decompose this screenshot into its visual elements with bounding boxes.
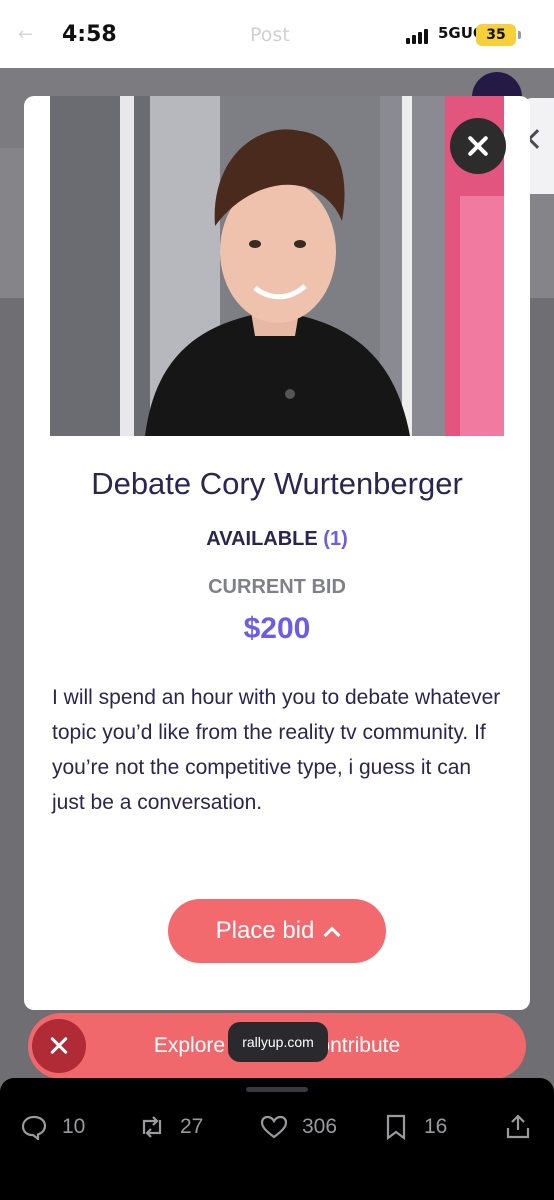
available-label: AVAILABLE (206, 528, 318, 550)
cell-signal-icon (406, 28, 432, 44)
chevron-left-icon (527, 129, 547, 149)
availability: AVAILABLE (1) (24, 528, 530, 551)
available-count: (1) (323, 528, 348, 550)
share-icon (506, 1114, 530, 1139)
close-modal-button[interactable] (450, 118, 506, 174)
back-arrow-icon[interactable]: ← (18, 24, 33, 45)
dismiss-explore-button[interactable] (32, 1019, 86, 1073)
current-bid-value: $200 (243, 612, 311, 645)
heart-icon (260, 1115, 288, 1139)
repost-button[interactable]: 27 (138, 1112, 228, 1142)
place-bid-button[interactable]: Place bid (168, 899, 386, 963)
place-bid-label: Place bid (215, 917, 315, 944)
post-action-bar: 10 27 306 16 (0, 1078, 554, 1200)
repost-icon (142, 1116, 162, 1138)
screen-title: Post (250, 24, 290, 46)
status-time: 4:58 (62, 22, 117, 47)
reply-icon (21, 1115, 47, 1140)
reply-button[interactable]: 10 (20, 1112, 110, 1142)
bookmark-count: 16 (424, 1115, 448, 1138)
auction-item-modal: Debate Cory Wurtenberger AVAILABLE (1) C… (24, 96, 530, 1010)
item-description: I will spend an hour with you to debate … (52, 686, 501, 814)
reply-count: 10 (62, 1115, 86, 1138)
bookmark-icon (386, 1114, 406, 1140)
bookmark-button[interactable]: 16 (382, 1112, 462, 1142)
chevron-up-icon (323, 926, 341, 944)
battery-icon: 35 (476, 24, 521, 46)
status-bar: ← 4:58 Post 5GUC 35 (0, 0, 554, 68)
item-title: Debate Cory Wurtenberger (91, 466, 463, 501)
sheet-grabber[interactable] (246, 1087, 308, 1092)
current-bid-label: CURRENT BID (208, 576, 346, 598)
item-photo (50, 96, 504, 436)
repost-count: 27 (180, 1115, 204, 1138)
url-badge[interactable]: rallyup.com (228, 1022, 328, 1062)
share-button[interactable] (504, 1112, 534, 1142)
like-count: 306 (302, 1115, 338, 1138)
like-button[interactable]: 306 (260, 1112, 360, 1142)
